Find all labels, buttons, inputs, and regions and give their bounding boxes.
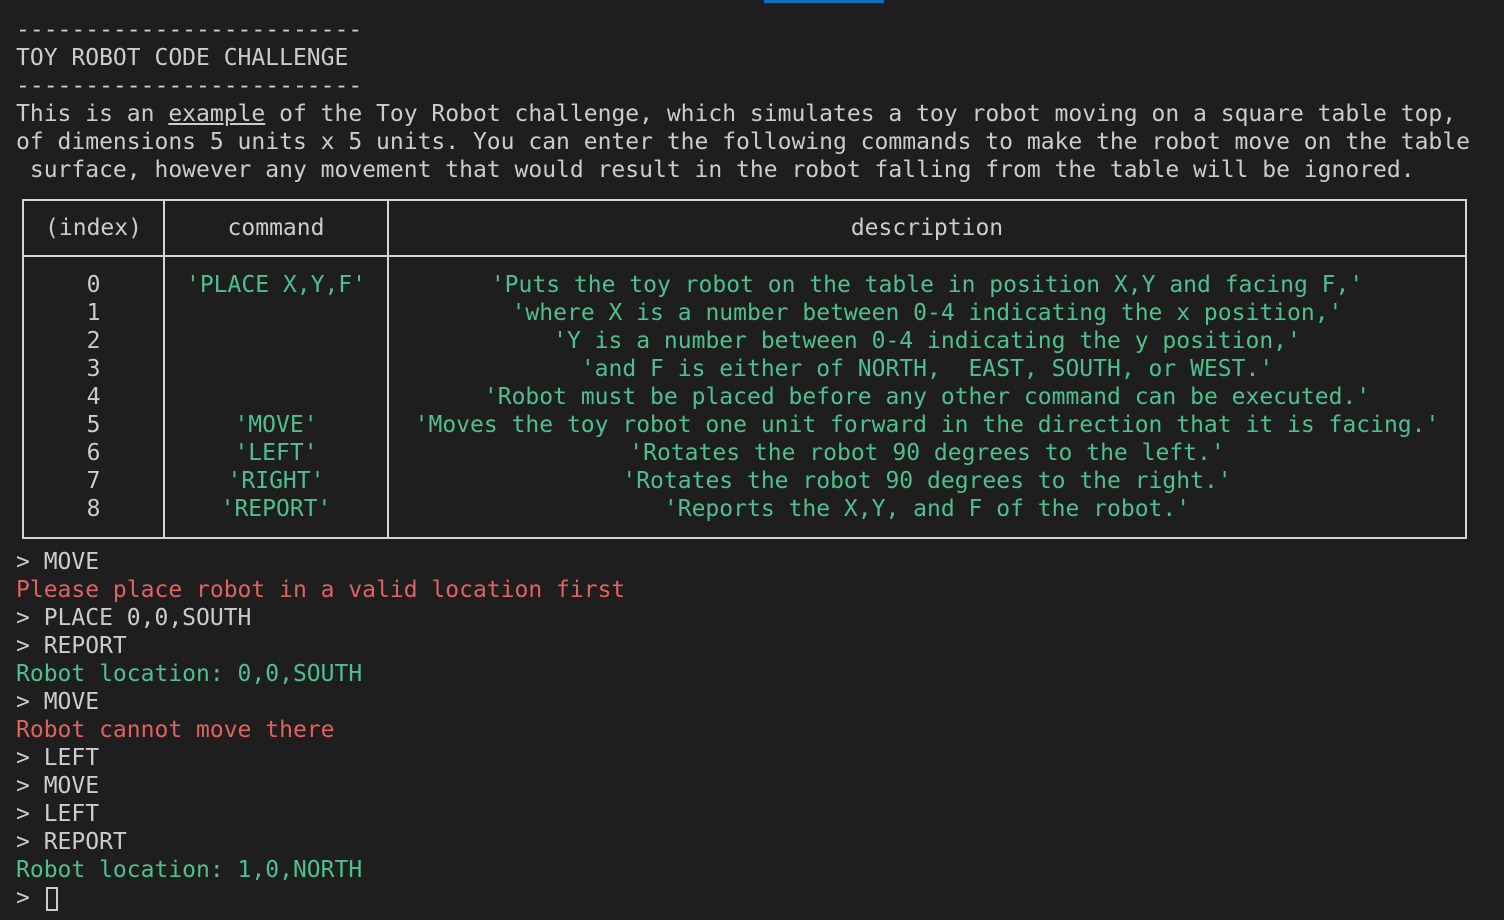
intro-line-3: surface, however any movement that would…	[16, 157, 1415, 183]
table-row: 4 'Robot must be placed before any other…	[23, 383, 1466, 411]
table-row: 8 'REPORT' 'Reports the X,Y, and F of th…	[23, 495, 1466, 538]
table-header-row: (index) command description	[23, 200, 1466, 257]
command-prompt[interactable]: >	[16, 884, 1496, 912]
session-log: > MOVE Please place robot in a valid loc…	[16, 548, 1496, 912]
row-command	[164, 355, 389, 383]
session-line-input: > REPORT	[16, 829, 127, 855]
active-tab-indicator	[764, 0, 884, 3]
intro-line-1: This is an example of the Toy Robot chal…	[16, 100, 1496, 128]
row-description: 'Moves the toy robot one unit forward in…	[414, 412, 1440, 438]
header-rule-bottom: -------------------------	[16, 73, 363, 99]
row-command	[164, 383, 389, 411]
row-index: 0	[23, 256, 165, 299]
terminal-output: ------------------------- TOY ROBOT CODE…	[16, 16, 1496, 184]
session-line-output: Robot location: 1,0,NORTH	[16, 857, 363, 883]
prompt-symbol: >	[16, 885, 44, 911]
intro-line-2: of dimensions 5 units x 5 units. You can…	[16, 129, 1470, 155]
header-rule-top: -------------------------	[16, 17, 363, 43]
row-description: 'Rotates the robot 90 degrees to the rig…	[622, 468, 1232, 494]
row-index: 1	[23, 299, 165, 327]
session-line-output: Robot location: 0,0,SOUTH	[16, 661, 363, 687]
table-row: 7 'RIGHT' 'Rotates the robot 90 degrees …	[23, 467, 1466, 495]
commands-table: (index) command description 0 'PLACE X,Y…	[22, 199, 1467, 539]
row-description: 'Y is a number between 0-4 indicating th…	[553, 328, 1301, 354]
row-index: 7	[23, 467, 165, 495]
row-index: 3	[23, 355, 165, 383]
session-line-input: > REPORT	[16, 633, 127, 659]
intro-text: This is an	[16, 101, 169, 127]
session-line-input: > MOVE	[16, 773, 100, 799]
row-index: 8	[23, 495, 165, 538]
table-row: 1 'where X is a number between 0-4 indic…	[23, 299, 1466, 327]
row-command: 'MOVE'	[164, 411, 389, 439]
row-index: 4	[23, 383, 165, 411]
row-index: 2	[23, 327, 165, 355]
row-description: 'and F is either of NORTH, EAST, SOUTH, …	[580, 356, 1274, 382]
session-line-input: > LEFT	[16, 745, 100, 771]
example-link[interactable]: example	[168, 101, 265, 127]
row-description: 'Robot must be placed before any other c…	[483, 384, 1371, 410]
column-header-description: description	[388, 200, 1466, 257]
row-command: 'PLACE X,Y,F'	[164, 256, 389, 299]
table-row: 2 'Y is a number between 0-4 indicating …	[23, 327, 1466, 355]
session-line-error: Robot cannot move there	[16, 717, 335, 743]
row-command	[164, 327, 389, 355]
row-description: 'Puts the toy robot on the table in posi…	[490, 272, 1364, 298]
session-line-input: > PLACE 0,0,SOUTH	[16, 605, 252, 631]
session-line-input: > LEFT	[16, 801, 100, 827]
intro-text: of the Toy Robot challenge, which simula…	[265, 101, 1457, 127]
row-description: 'where X is a number between 0-4 indicat…	[511, 300, 1343, 326]
text-cursor[interactable]	[45, 887, 58, 911]
row-command: 'REPORT'	[164, 495, 389, 538]
row-command: 'LEFT'	[164, 439, 389, 467]
page-title: TOY ROBOT CODE CHALLENGE	[16, 45, 349, 71]
column-header-index: (index)	[23, 200, 165, 257]
row-index: 6	[23, 439, 165, 467]
row-index: 5	[23, 411, 165, 439]
table-row: 6 'LEFT' 'Rotates the robot 90 degrees t…	[23, 439, 1466, 467]
table-row: 3 'and F is either of NORTH, EAST, SOUTH…	[23, 355, 1466, 383]
table-row: 5 'MOVE' 'Moves the toy robot one unit f…	[23, 411, 1466, 439]
row-command: 'RIGHT'	[164, 467, 389, 495]
session-line-input: > MOVE	[16, 549, 100, 575]
session-line-error: Please place robot in a valid location f…	[16, 577, 626, 603]
table-row: 0 'PLACE X,Y,F' 'Puts the toy robot on t…	[23, 256, 1466, 299]
row-command	[164, 299, 389, 327]
row-description: 'Reports the X,Y, and F of the robot.'	[663, 496, 1191, 522]
session-line-input: > MOVE	[16, 689, 100, 715]
column-header-command: command	[164, 200, 389, 257]
row-description: 'Rotates the robot 90 degrees to the lef…	[629, 440, 1225, 466]
